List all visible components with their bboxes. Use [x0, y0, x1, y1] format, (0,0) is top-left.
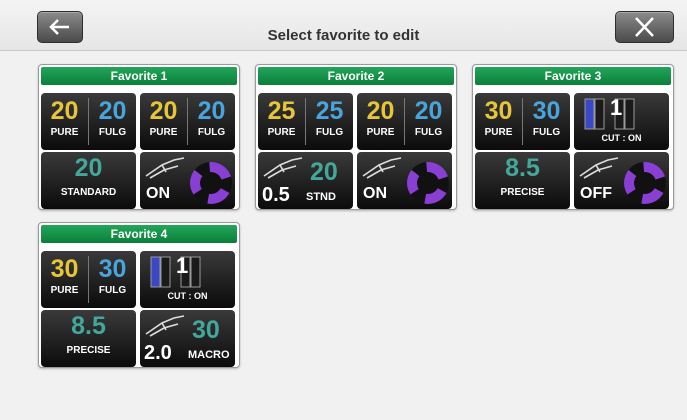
- cut-level-number: 1: [176, 253, 189, 278]
- setting-label: STANDARD: [60, 187, 117, 198]
- cut-mode: STND: [306, 191, 336, 203]
- pure-value: 20: [366, 97, 395, 125]
- handpiece-state: ON: [363, 185, 387, 202]
- cut-status-label: CUT : ON: [601, 133, 642, 143]
- favorite-card-1[interactable]: Favorite 1 20 PURE 20 FULG 20 PURE 20 FULG 2…: [38, 64, 240, 210]
- favorite-title: Favorite 1: [41, 67, 237, 85]
- fulg-label: FULG: [98, 285, 127, 296]
- handpiece-tile: OFF: [574, 152, 669, 209]
- pure-label: PURE: [50, 285, 79, 296]
- arrow-left-icon: [49, 19, 69, 35]
- fulg-value: 30: [532, 97, 561, 125]
- favorite-title: Favorite 3: [475, 67, 671, 85]
- page-title: Select favorite to edit: [267, 27, 420, 44]
- fulg-label: FULG: [98, 127, 127, 138]
- fulg-value: 25: [315, 97, 344, 125]
- setting-value: 20: [74, 154, 103, 182]
- close-x-icon: [635, 17, 654, 37]
- pure-label: PURE: [149, 127, 178, 138]
- cut-number: 30: [192, 316, 220, 344]
- setting-label: PRECISE: [66, 345, 111, 356]
- favorite-title: Favorite 4: [41, 225, 237, 243]
- favorite-card-2[interactable]: Favorite 2 25 PURE 25 FULG 20 PURE 20 FULG 0…: [255, 64, 457, 210]
- fulg-value: 20: [414, 97, 443, 125]
- handpiece-icon: [579, 157, 619, 179]
- cut-value: 0.5: [262, 184, 290, 206]
- close-button[interactable]: [615, 11, 674, 43]
- pure-fulg-tile: 20 PURE 20 FULG: [41, 93, 136, 150]
- pure-label: PURE: [484, 127, 513, 138]
- pure-label: PURE: [50, 127, 79, 138]
- fulg-label: FULG: [315, 127, 344, 138]
- pure-label: PURE: [366, 127, 395, 138]
- back-button[interactable]: [37, 11, 83, 43]
- setting-label: PRECISE: [500, 187, 545, 198]
- fulg-value: 20: [197, 97, 226, 125]
- handpiece-tile: ON: [140, 152, 235, 209]
- fulg-label: FULG: [197, 127, 226, 138]
- dial-ring-icon: [190, 162, 232, 204]
- fulg-value: 20: [98, 97, 127, 125]
- pure-fulg-tile: 30 PURE 30 FULG: [41, 251, 136, 308]
- pure-fulg-tile: 20 PURE 20 FULG: [357, 93, 452, 150]
- fulg-value: 30: [98, 255, 127, 283]
- setting-value: 8.5: [71, 312, 106, 340]
- pure-value: 20: [149, 97, 178, 125]
- dial-ring-icon: [407, 162, 449, 204]
- setting-tile: 20 STANDARD: [41, 152, 136, 209]
- favorite-title: Favorite 2: [258, 67, 454, 85]
- fulg-label: FULG: [414, 127, 443, 138]
- favorite-card-3[interactable]: Favorite 3 30 PURE 30 FULG 1 CUT : ON 8.5 …: [472, 64, 674, 210]
- pure-label: PURE: [267, 127, 296, 138]
- handpiece-icon: [145, 157, 185, 179]
- cut-level-tile: 1 CUT : ON: [140, 251, 235, 308]
- pure-value: 30: [50, 255, 79, 283]
- pure-value: 20: [50, 97, 79, 125]
- handpiece-icon: [145, 315, 185, 337]
- cut-status-label: CUT : ON: [167, 291, 208, 301]
- setting-tile: 8.5 PRECISE: [475, 152, 570, 209]
- setting-tile: 8.5 PRECISE: [41, 310, 136, 367]
- cut-mode: MACRO: [188, 349, 230, 361]
- setting-value: 8.5: [505, 154, 540, 182]
- fulg-label: FULG: [532, 127, 561, 138]
- handpiece-tile: ON: [357, 152, 452, 209]
- cut-level-tile: 1 CUT : ON: [574, 93, 669, 150]
- handpiece-state: ON: [146, 185, 170, 202]
- handpiece-icon: [263, 157, 303, 179]
- cut-value: 2.0: [144, 342, 172, 364]
- cut-tile: 0.5 20 STND: [258, 152, 353, 209]
- cut-number: 20: [310, 158, 338, 186]
- cut-tile: 2.0 30 MACRO: [140, 310, 235, 367]
- cut-level-number: 1: [610, 95, 623, 120]
- favorite-card-4[interactable]: Favorite 4 30 PURE 30 FULG 1 CUT : ON 8.5 …: [38, 222, 240, 368]
- pure-value: 30: [484, 97, 513, 125]
- dial-ring-icon: [624, 162, 666, 204]
- header-bar: Select favorite to edit: [0, 0, 687, 51]
- handpiece-state: OFF: [580, 185, 612, 202]
- pure-fulg-tile: 30 PURE 30 FULG: [475, 93, 570, 150]
- pure-fulg-tile: 20 PURE 20 FULG: [140, 93, 235, 150]
- pure-fulg-tile: 25 PURE 25 FULG: [258, 93, 353, 150]
- pure-value: 25: [267, 97, 296, 125]
- handpiece-icon: [362, 157, 402, 179]
